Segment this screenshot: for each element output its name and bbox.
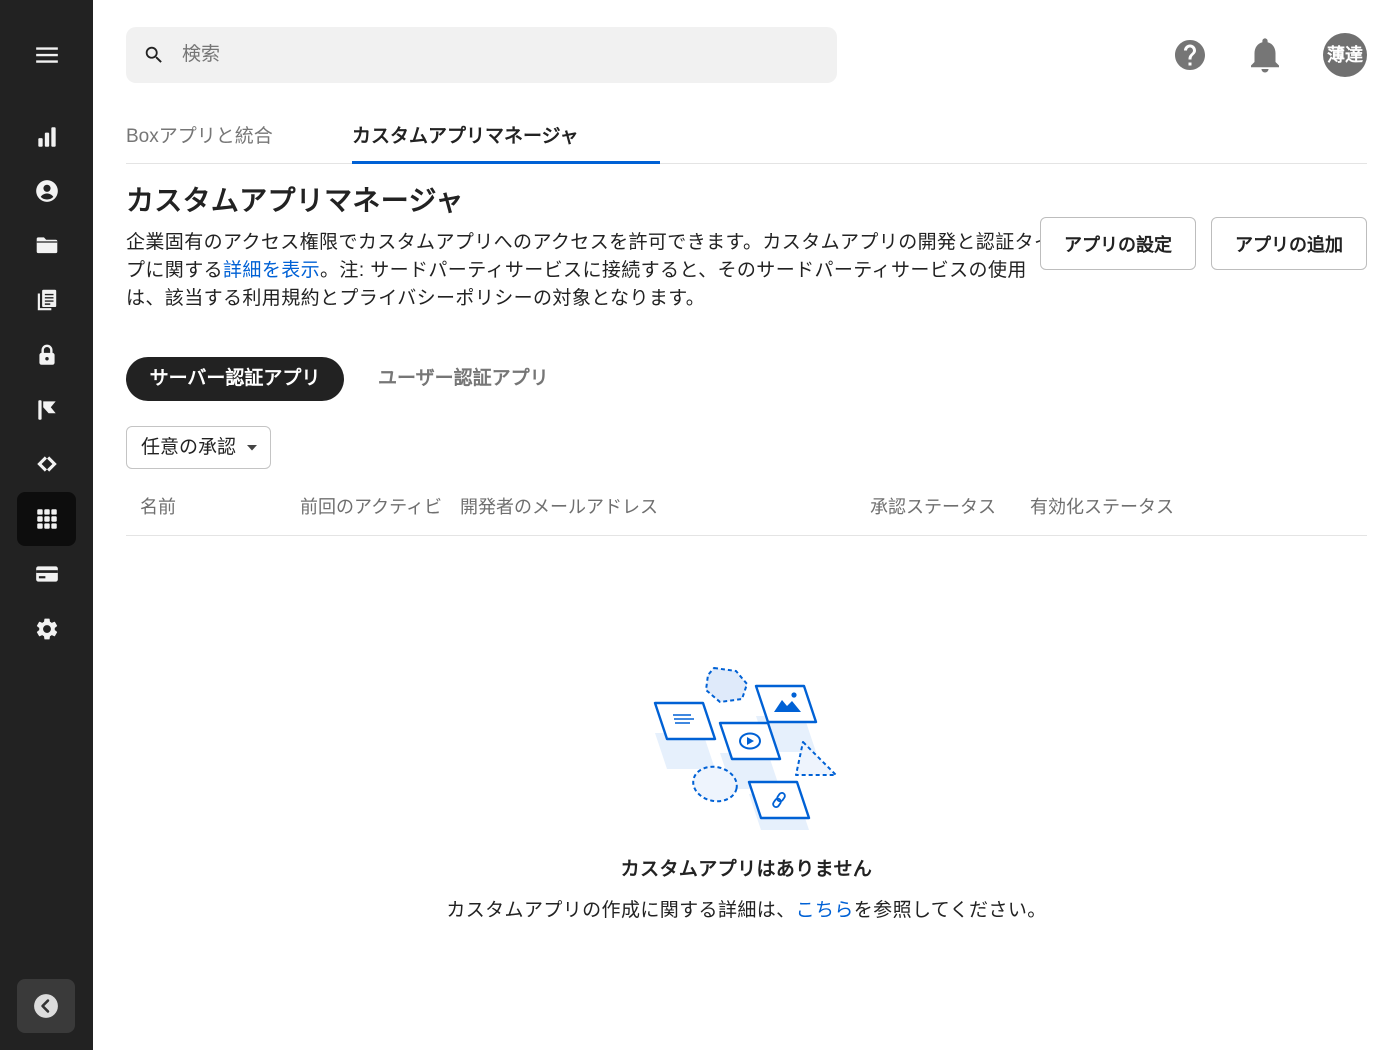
tab-server-auth-apps[interactable]: サーバー認証アプリ: [126, 357, 344, 401]
column-header-name[interactable]: 名前: [140, 480, 176, 534]
column-header-enablement-status[interactable]: 有効化ステータス: [1030, 480, 1174, 534]
tab-bar: Boxアプリと統合 カスタムアプリマネージャ: [126, 112, 1367, 164]
folder-icon: [36, 237, 57, 254]
credit-card-icon: [35, 566, 58, 582]
tab-custom-app-manager[interactable]: カスタムアプリマネージャ: [352, 112, 660, 164]
sidebar-item-security[interactable]: [17, 328, 76, 382]
sidebar-item-settings[interactable]: [17, 602, 76, 656]
tab-user-auth-apps[interactable]: ユーザー認証アプリ: [356, 357, 571, 401]
filter-selected-value: 任意の承認: [141, 437, 237, 458]
empty-state-text-after: を参照してください。: [853, 900, 1047, 921]
sidebar: [0, 0, 93, 1050]
sidebar-item-users[interactable]: [17, 164, 76, 218]
app-settings-button[interactable]: アプリの設定: [1040, 217, 1196, 270]
dashed-triangle-shape: [795, 741, 837, 776]
sidebar-item-content[interactable]: [17, 218, 76, 272]
avatar[interactable]: 薄達: [1323, 33, 1367, 77]
learn-more-link[interactable]: 詳細を表示: [223, 260, 320, 281]
page-description: 企業固有のアクセス権限でカスタムアプリへのアクセスを許可できます。カスタムアプリ…: [126, 229, 1056, 313]
gear-icon: [36, 618, 57, 640]
empty-state-help-link[interactable]: こちら: [796, 900, 854, 921]
collapse-sidebar-button[interactable]: [17, 979, 75, 1033]
relay-icon: [36, 456, 57, 472]
help-button[interactable]: [1172, 37, 1208, 73]
apps-grid-icon: [36, 509, 57, 529]
empty-state-illustration: [653, 667, 837, 830]
sidebar-item-reports[interactable]: [17, 273, 76, 327]
column-header-last-activity[interactable]: 前回のアクティビ: [300, 480, 450, 534]
table-header: 名前 前回のアクティビ 開発者のメールアドレス 承認ステータス 有効化ステータス: [126, 480, 1367, 536]
approval-filter-dropdown[interactable]: 任意の承認: [126, 426, 271, 469]
bar-chart-icon: [37, 127, 56, 147]
caret-down-icon: [247, 445, 257, 451]
search-icon: [145, 46, 162, 63]
file-copy-icon: [37, 289, 56, 311]
sidebar-item-apps[interactable]: [17, 492, 76, 546]
flag-icon: [37, 400, 56, 420]
bell-icon: [1251, 38, 1279, 73]
column-header-developer-email[interactable]: 開発者のメールアドレス: [460, 480, 658, 534]
active-tab-indicator: [352, 161, 660, 164]
tab-label: カスタムアプリマネージャ: [352, 126, 579, 147]
add-app-button[interactable]: アプリの追加: [1211, 217, 1367, 270]
empty-state-text: カスタムアプリの作成に関する詳細は、こちらを参照してください。: [126, 896, 1367, 926]
notifications-button[interactable]: [1244, 34, 1286, 76]
document-tile: [653, 701, 717, 741]
help-icon: [1175, 40, 1205, 70]
sidebar-item-insights[interactable]: [17, 110, 76, 164]
sidebar-item-relay[interactable]: [17, 437, 76, 491]
sidebar-item-billing[interactable]: [17, 547, 76, 601]
sidebar-item-governance[interactable]: [17, 383, 76, 437]
empty-state-title: カスタムアプリはありません: [620, 859, 873, 880]
link-tile: [747, 780, 811, 820]
chevron-left-circle-icon: [34, 994, 58, 1018]
search-bar[interactable]: [126, 27, 837, 83]
page-title: カスタムアプリマネージャ: [126, 185, 464, 216]
search-input[interactable]: [182, 27, 822, 83]
dashed-hexagon-shape: [705, 667, 748, 703]
empty-state-text-before: カスタムアプリの作成に関する詳細は、: [446, 900, 796, 921]
image-tile: [754, 684, 818, 724]
video-tile: [718, 721, 782, 761]
menu-button[interactable]: [17, 28, 76, 82]
column-header-approval-status[interactable]: 承認ステータス: [870, 480, 996, 534]
tab-box-apps-integrations[interactable]: Boxアプリと統合: [126, 112, 273, 163]
menu-icon: [35, 47, 58, 63]
lock-icon: [38, 344, 55, 365]
account-circle-icon: [35, 180, 58, 202]
